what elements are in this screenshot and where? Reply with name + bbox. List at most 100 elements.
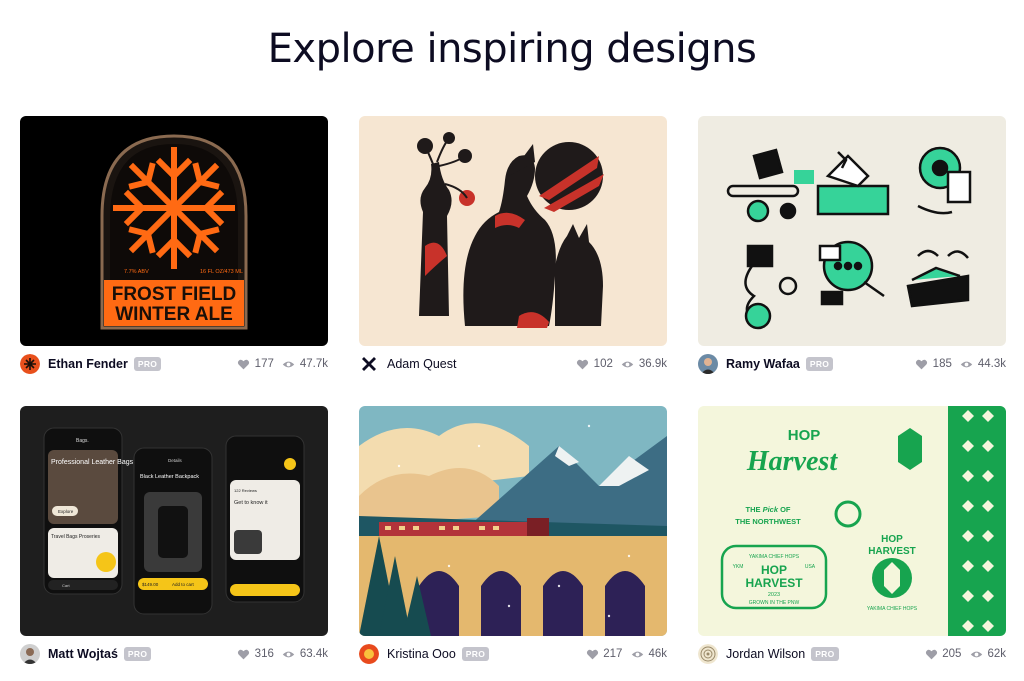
badge-harvest: HARVEST: [745, 576, 803, 590]
art-pick2: Pick: [763, 505, 779, 514]
pro-badge: PRO: [461, 647, 490, 661]
pro-badge: PRO: [123, 647, 152, 661]
shot-thumbnail[interactable]: [359, 406, 667, 636]
shot-thumbnail[interactable]: Bags. Professional Leather Bags Explore …: [20, 406, 328, 636]
author-name[interactable]: Ramy Wafaa: [726, 357, 800, 371]
art-harvest: Harvest: [746, 446, 838, 477]
badge-bottom: GROWN IN THE PNW: [749, 600, 800, 606]
volume-text: 16 FL OZ/473 ML: [200, 269, 243, 275]
author-name[interactable]: Ethan Fender: [48, 357, 128, 371]
pro-badge: PRO: [811, 647, 839, 661]
app-section: Travel Bags Proseries: [51, 534, 100, 540]
avatar[interactable]: [20, 354, 40, 374]
shot-meta: Kristina Ooo PRO 217 46k: [359, 644, 667, 664]
like-count: 102: [593, 358, 613, 370]
shot-thumbnail[interactable]: HOP Harvest THE Pick OF THE NORTHWEST YA…: [698, 406, 1006, 636]
author-name[interactable]: Kristina Ooo: [387, 647, 456, 661]
shot-stats: 177 47.7k: [237, 357, 328, 371]
eye-icon: [969, 647, 983, 661]
art-hop: HOP: [788, 427, 821, 444]
beer-name-line1: FROST FIELD: [112, 284, 237, 305]
shot-thumbnail[interactable]: [698, 116, 1006, 346]
avatar[interactable]: [359, 354, 379, 374]
shot-image-figure-illustration: [359, 116, 667, 346]
shot-card[interactable]: Adam Quest 102 36.9k: [359, 116, 667, 371]
avatar[interactable]: [20, 644, 40, 664]
svg-text:THE Pick OF: THE Pick OF: [745, 505, 790, 514]
art-yakima: YAKIMA CHIEF HOPS: [867, 606, 918, 612]
eye-icon: [960, 357, 974, 371]
beer-name-line2: WINTER ALE: [115, 304, 233, 325]
badge-top: YAKIMA CHIEF HOPS: [749, 554, 800, 560]
shot-meta: Adam Quest 102 36.9k: [359, 354, 667, 374]
view-count: 62k: [987, 648, 1006, 660]
shot-image-bags-app: Bags. Professional Leather Bags Explore …: [20, 406, 328, 636]
heart-icon[interactable]: [237, 647, 251, 661]
shot-stats: 205 62k: [924, 647, 1006, 661]
shot-meta: Ramy Wafaa PRO 185 44.3k: [698, 354, 1006, 374]
shot-card[interactable]: HOP Harvest THE Pick OF THE NORTHWEST YA…: [698, 406, 1006, 664]
shot-image-mountain-train: [359, 406, 667, 636]
eye-icon: [630, 647, 644, 661]
app-brand: Bags.: [76, 438, 89, 444]
shot-stats: 102 36.9k: [576, 357, 667, 371]
heart-icon[interactable]: [585, 647, 599, 661]
shot-image-frost-field: 7.7% ABV 16 FL OZ/473 ML FROST FIELD WIN…: [20, 116, 328, 346]
avatar[interactable]: [698, 354, 718, 374]
shot-stats: 217 46k: [585, 647, 667, 661]
app-explore: Explore: [58, 509, 74, 514]
shot-image-hop-harvest: HOP Harvest THE Pick OF THE NORTHWEST YA…: [698, 406, 1006, 636]
heart-icon[interactable]: [237, 357, 251, 371]
author-name[interactable]: Matt Wojtaś: [48, 647, 118, 661]
shot-meta: Matt Wojtaś PRO 316 63.4k: [20, 644, 328, 664]
badge-usa: USA: [805, 564, 816, 570]
heart-icon[interactable]: [576, 357, 590, 371]
shot-thumbnail[interactable]: 7.7% ABV 16 FL OZ/473 ML FROST FIELD WIN…: [20, 116, 328, 346]
app-reviews: 122 Reviews: [234, 488, 257, 493]
badge-hop: HOP: [761, 563, 787, 577]
like-count: 205: [942, 648, 962, 660]
avatar[interactable]: [698, 644, 718, 664]
pro-badge: PRO: [133, 357, 162, 371]
shot-stats: 316 63.4k: [237, 647, 328, 661]
shot-thumbnail[interactable]: [359, 116, 667, 346]
app-price: $149.00: [142, 582, 159, 587]
art-harvest2: HARVEST: [868, 546, 916, 557]
avatar[interactable]: [359, 644, 379, 664]
app-add-to-cart: Add to cart: [172, 582, 195, 587]
pro-badge: PRO: [805, 357, 834, 371]
heart-icon[interactable]: [915, 357, 929, 371]
eye-icon: [621, 357, 635, 371]
app-cart: Cart: [62, 583, 70, 588]
shot-card[interactable]: Kristina Ooo PRO 217 46k: [359, 406, 667, 664]
app-get-to-know: Get to know it: [234, 500, 268, 506]
eye-icon: [282, 357, 296, 371]
shot-meta: Ethan Fender PRO 177 47.7k: [20, 354, 328, 374]
author-name[interactable]: Jordan Wilson: [726, 647, 805, 661]
art-hop2: HOP: [881, 534, 903, 545]
view-count: 47.7k: [299, 358, 328, 370]
badge-year: 2023: [768, 592, 780, 598]
app-headline: Professional Leather Bags: [51, 459, 134, 466]
like-count: 217: [603, 648, 623, 660]
like-count: 185: [932, 358, 952, 370]
shot-card[interactable]: Bags. Professional Leather Bags Explore …: [20, 406, 328, 664]
art-northwest: THE NORTHWEST: [735, 517, 801, 526]
app-details-title: Details: [168, 458, 183, 463]
view-count: 36.9k: [638, 358, 667, 370]
shot-card[interactable]: 7.7% ABV 16 FL OZ/473 ML FROST FIELD WIN…: [20, 116, 328, 374]
badge-ykm: YKM: [733, 564, 744, 570]
shot-card[interactable]: Ramy Wafaa PRO 185 44.3k: [698, 116, 1006, 374]
like-count: 316: [254, 648, 274, 660]
page-title: Explore inspiring designs: [267, 26, 757, 72]
view-count: 63.4k: [299, 648, 328, 660]
author-name[interactable]: Adam Quest: [387, 357, 456, 371]
abv-text: 7.7% ABV: [124, 269, 149, 275]
like-count: 177: [254, 358, 274, 370]
art-pick1: THE: [745, 505, 762, 514]
shot-image-icon-set: [698, 116, 1006, 346]
view-count: 46k: [648, 648, 667, 660]
shot-stats: 185 44.3k: [915, 357, 1006, 371]
art-pick3: OF: [778, 505, 791, 514]
heart-icon[interactable]: [924, 647, 938, 661]
